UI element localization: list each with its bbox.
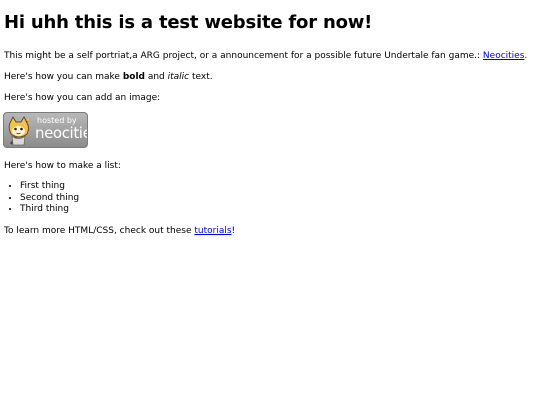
- bold-text: bold: [122, 72, 145, 82]
- intro-after: .: [524, 51, 528, 61]
- bold-italic-paragraph: Here's how you can make bold and italic …: [4, 72, 213, 83]
- page: Hi uhh this is a test website for now! T…: [0, 0, 540, 405]
- list-intro: Here's how to make a list:: [4, 161, 121, 171]
- image-paragraph: Here's how you can add an image:: [4, 93, 161, 103]
- neocities-cat-logo-icon: [8, 115, 30, 146]
- intro-text: This might be a self portriat,a ARG proj…: [4, 51, 483, 61]
- list-item: Second thing: [20, 193, 79, 205]
- bold-line-suffix: text.: [189, 72, 213, 82]
- neocities-link[interactable]: Neocities: [483, 51, 524, 61]
- bold-line-prefix: Here's how you can make: [4, 72, 123, 82]
- badge-neocities-text: neocities: [35, 124, 87, 142]
- italic-text: italic: [167, 72, 190, 82]
- hosted-by-neocities-badge[interactable]: hosted by neocities: [3, 112, 88, 148]
- page-title: Hi uhh this is a test website for now!: [4, 12, 373, 33]
- bullet-list: First thing Second thing Third thing: [4, 181, 79, 216]
- list-item: First thing: [20, 181, 79, 193]
- tutorials-link[interactable]: tutorials: [194, 226, 231, 236]
- outro-text: To learn more HTML/CSS, check out these: [4, 226, 195, 236]
- intro-paragraph: This might be a self portriat,a ARG proj…: [4, 51, 527, 62]
- outro-paragraph: To learn more HTML/CSS, check out these …: [4, 226, 235, 237]
- bold-line-middle: and: [144, 72, 168, 82]
- list-item: Third thing: [20, 204, 79, 216]
- outro-after: !: [231, 226, 236, 236]
